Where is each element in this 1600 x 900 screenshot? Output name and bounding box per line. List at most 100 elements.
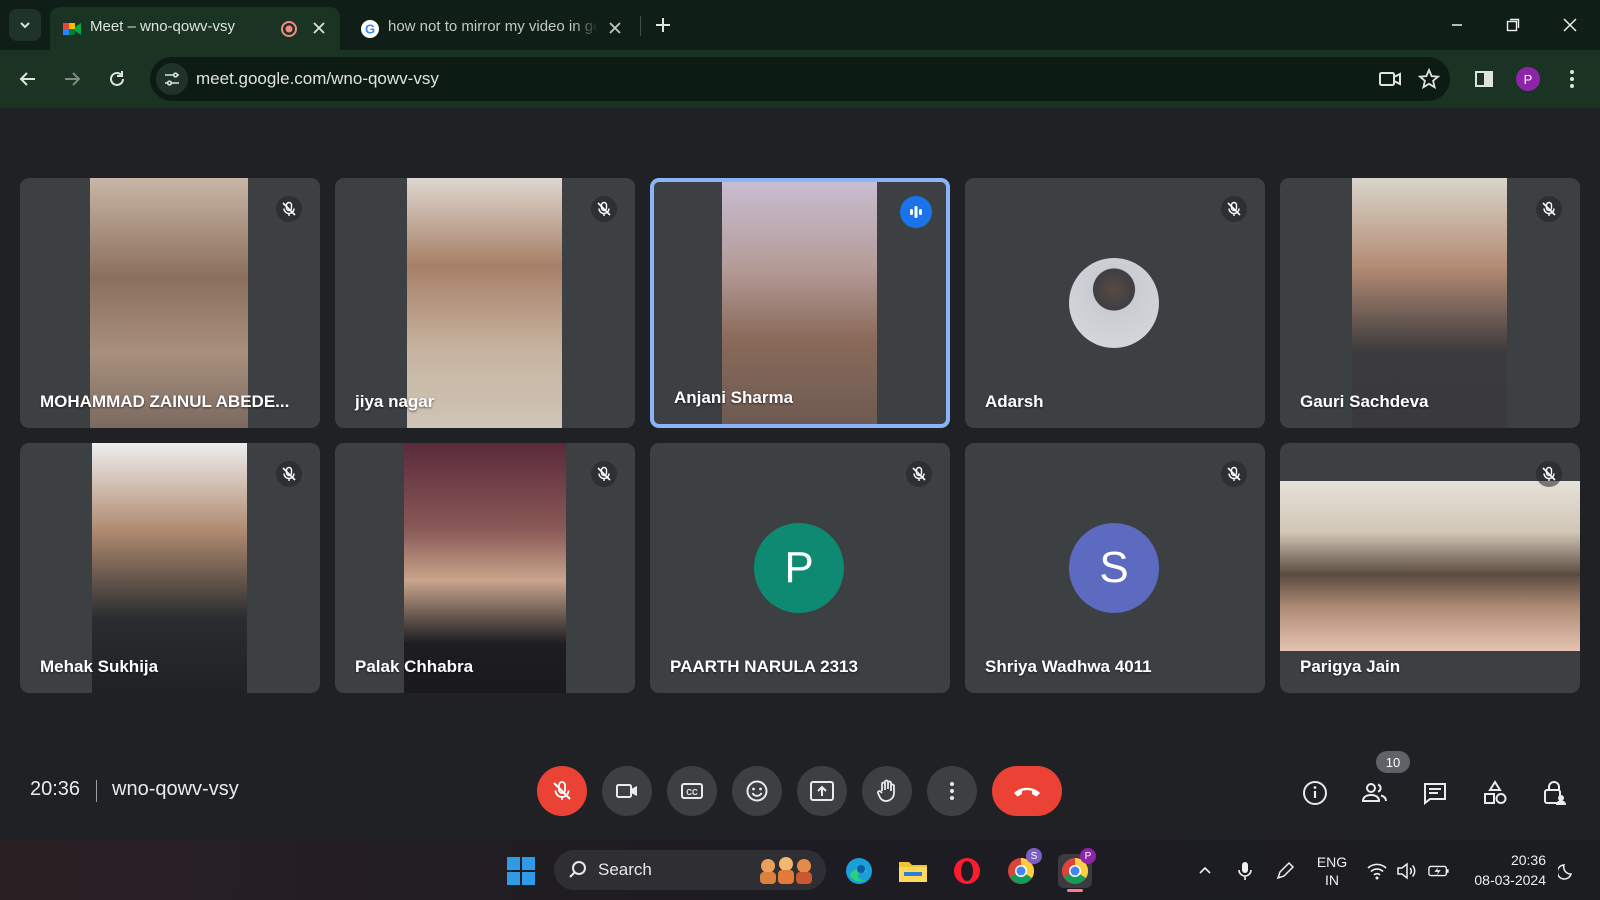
- participant-tile-speaking[interactable]: Anjani Sharma: [650, 178, 950, 428]
- opera-app[interactable]: [950, 854, 984, 888]
- more-vert-icon: [950, 782, 954, 800]
- microphone-in-use-button[interactable]: [1234, 860, 1256, 882]
- participant-name: Gauri Sachdeva: [1300, 392, 1429, 411]
- minimize-button[interactable]: [1444, 12, 1470, 38]
- battery-status[interactable]: [1428, 860, 1450, 882]
- meet-control-bar: 20:36 wno-qowv-vsy CC 10: [0, 750, 1600, 832]
- shapes-icon: [1484, 780, 1507, 804]
- close-icon[interactable]: [310, 19, 328, 37]
- participant-tile[interactable]: jiya nagar: [335, 178, 635, 428]
- present-to-all-icon: [810, 781, 834, 801]
- participant-video: [404, 443, 566, 693]
- file-explorer-app[interactable]: [896, 854, 930, 888]
- participant-name: Shriya Wadhwa 4011: [985, 657, 1152, 676]
- search-icon: [569, 861, 586, 878]
- chat-button[interactable]: [1420, 778, 1450, 808]
- address-bar[interactable]: meet.google.com/wno-qowv-vsy: [150, 57, 1450, 101]
- participant-tile[interactable]: S Shriya Wadhwa 4011: [965, 443, 1265, 693]
- participant-tile[interactable]: Gauri Sachdeva: [1280, 178, 1580, 428]
- tab-google-search[interactable]: G how not to mirror my video in google m…: [348, 7, 636, 50]
- taskbar-clock-time[interactable]: 20:36: [1464, 852, 1546, 868]
- tune-icon: [165, 72, 179, 86]
- raise-hand-button[interactable]: [862, 766, 912, 816]
- participant-name: jiya nagar: [355, 392, 435, 411]
- leave-call-button[interactable]: [992, 766, 1062, 816]
- mic-off-icon: [1542, 466, 1556, 481]
- close-window-button[interactable]: [1557, 12, 1583, 38]
- participant-tile[interactable]: Parigya Jain: [1280, 443, 1580, 693]
- mic-off-icon: [597, 466, 611, 481]
- language-indicator[interactable]: ENG: [1312, 854, 1352, 870]
- new-tab-plus-icon[interactable]: [652, 14, 674, 36]
- chrome-app-profile-p[interactable]: P: [1058, 848, 1096, 892]
- participant-name: Anjani Sharma: [674, 388, 794, 407]
- participant-tile[interactable]: P PAARTH NARULA 2313: [650, 443, 950, 693]
- meet-stage: MOHAMMAD ZAINUL ABEDE... jiya nagar Anja…: [0, 108, 1600, 840]
- taskbar-search-box[interactable]: Search: [554, 850, 826, 890]
- active-app-indicator: [1067, 889, 1083, 892]
- mic-off-button[interactable]: [276, 196, 302, 222]
- participant-name: Parigya Jain: [1300, 657, 1401, 676]
- activities-button[interactable]: [1480, 778, 1510, 808]
- mic-off-icon: [912, 466, 926, 481]
- chrome-app-profile-s[interactable]: S: [1004, 848, 1042, 888]
- restore-button[interactable]: [1500, 12, 1526, 38]
- wifi-status[interactable]: [1366, 860, 1388, 882]
- browser-toolbar: meet.google.com/wno-qowv-vsy P: [0, 50, 1600, 108]
- participant-tile[interactable]: Palak Chhabra: [335, 443, 635, 693]
- video-camera-icon: [1379, 72, 1401, 86]
- toggle-microphone-button[interactable]: [537, 766, 587, 816]
- star-icon: [1418, 68, 1440, 90]
- reactions-button[interactable]: [732, 766, 782, 816]
- people-button[interactable]: [1360, 778, 1390, 808]
- notification-center-button[interactable]: [1556, 860, 1578, 882]
- tab-meet[interactable]: Meet – wno-qowv-vsy: [50, 7, 340, 50]
- browser-tab-strip: Meet – wno-qowv-vsy G how not to mirror …: [0, 0, 1600, 50]
- camera-in-use-button[interactable]: [1378, 67, 1402, 91]
- side-panel-button[interactable]: [1470, 65, 1498, 93]
- edge-app[interactable]: [842, 854, 876, 888]
- back-button[interactable]: [14, 65, 42, 93]
- participant-tile[interactable]: Mehak Sukhija: [20, 443, 320, 693]
- mic-off-icon: [597, 201, 611, 216]
- browser-menu-button[interactable]: [1558, 65, 1586, 93]
- volume-status[interactable]: [1396, 860, 1418, 882]
- windows-start-icon[interactable]: [506, 856, 536, 886]
- toggle-camera-button[interactable]: [602, 766, 652, 816]
- mic-off-button[interactable]: [276, 461, 302, 487]
- host-controls-button[interactable]: [1540, 778, 1570, 808]
- mic-off-button[interactable]: [1221, 461, 1247, 487]
- site-info-button[interactable]: [156, 63, 188, 95]
- reload-button[interactable]: [103, 65, 131, 93]
- mic-off-button[interactable]: [591, 196, 617, 222]
- mic-off-button[interactable]: [1536, 461, 1562, 487]
- chrome-profile-badge: S: [1026, 848, 1042, 864]
- edge-icon: [846, 858, 872, 884]
- meeting-clock: 20:36: [30, 778, 81, 800]
- bookmark-button[interactable]: [1417, 67, 1441, 91]
- present-screen-button[interactable]: [797, 766, 847, 816]
- profile-avatar[interactable]: P: [1516, 67, 1540, 91]
- forward-button[interactable]: [58, 65, 86, 93]
- initial-avatar: S: [1069, 523, 1159, 613]
- captions-button[interactable]: CC: [667, 766, 717, 816]
- meeting-details-button[interactable]: [1300, 778, 1330, 808]
- tab-search-button[interactable]: [9, 9, 41, 41]
- pen-menu-button[interactable]: [1274, 860, 1296, 882]
- close-icon: [1563, 18, 1577, 32]
- participant-tile[interactable]: Adarsh: [965, 178, 1265, 428]
- show-hidden-icons-button[interactable]: [1194, 860, 1216, 882]
- hand-icon: [877, 779, 895, 802]
- participant-tile[interactable]: MOHAMMAD ZAINUL ABEDE...: [20, 178, 320, 428]
- mic-off-button[interactable]: [906, 461, 932, 487]
- close-icon[interactable]: [606, 19, 624, 37]
- taskbar-clock-date[interactable]: 08-03-2024: [1464, 872, 1546, 888]
- more-options-button[interactable]: [927, 766, 977, 816]
- mic-off-button[interactable]: [1536, 196, 1562, 222]
- region-indicator[interactable]: IN: [1312, 872, 1352, 888]
- audio-level-icon: [910, 206, 922, 218]
- mic-off-icon: [1227, 466, 1241, 481]
- mic-off-button[interactable]: [1221, 196, 1247, 222]
- mic-off-button[interactable]: [591, 461, 617, 487]
- participant-video: [90, 178, 248, 428]
